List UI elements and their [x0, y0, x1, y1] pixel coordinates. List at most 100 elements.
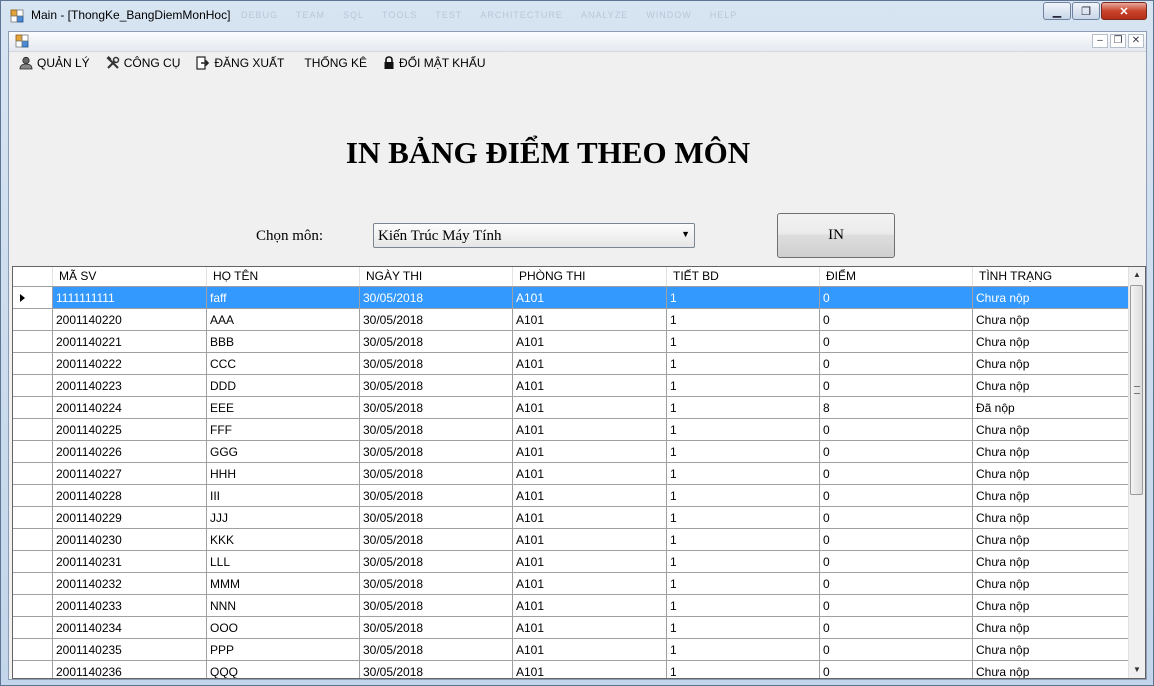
table-cell[interactable]: 0: [820, 485, 973, 507]
table-cell[interactable]: QQQ: [207, 661, 360, 678]
table-cell[interactable]: EEE: [207, 397, 360, 419]
column-header[interactable]: MÃ SV: [53, 267, 207, 286]
table-cell[interactable]: 1: [667, 441, 820, 463]
table-cell[interactable]: Chưa nộp: [973, 331, 1129, 353]
table-cell[interactable]: 2001140232: [53, 573, 207, 595]
table-cell[interactable]: 1: [667, 573, 820, 595]
row-header[interactable]: [13, 419, 53, 441]
table-cell[interactable]: 30/05/2018: [360, 485, 513, 507]
table-cell[interactable]: A101: [513, 507, 667, 529]
table-cell[interactable]: DDD: [207, 375, 360, 397]
table-cell[interactable]: 2001140222: [53, 353, 207, 375]
column-header[interactable]: ĐIỂM: [820, 267, 973, 286]
row-header[interactable]: [13, 573, 53, 595]
table-cell[interactable]: 1: [667, 595, 820, 617]
table-cell[interactable]: 0: [820, 375, 973, 397]
table-cell[interactable]: 0: [820, 573, 973, 595]
table-row[interactable]: 2001140232 MMM 30/05/2018 A101 1 0 Chưa nộp: [13, 573, 1129, 595]
table-row[interactable]: 1111111111 faff 30/05/2018 A101 1 0 Chưa nộp: [13, 287, 1129, 309]
table-cell[interactable]: Chưa nộp: [973, 419, 1129, 441]
table-cell[interactable]: A101: [513, 419, 667, 441]
table-cell[interactable]: 0: [820, 309, 973, 331]
table-cell[interactable]: 0: [820, 595, 973, 617]
maximize-button[interactable]: ❐: [1072, 2, 1100, 20]
table-cell[interactable]: A101: [513, 639, 667, 661]
table-cell[interactable]: faff: [207, 287, 360, 309]
table-cell[interactable]: 30/05/2018: [360, 507, 513, 529]
table-cell[interactable]: Chưa nộp: [973, 485, 1129, 507]
table-row[interactable]: 2001140235 PPP 30/05/2018 A101 1 0 Chưa nộp: [13, 639, 1129, 661]
scroll-up-icon[interactable]: ▲: [1129, 267, 1145, 283]
table-cell[interactable]: Chưa nộp: [973, 353, 1129, 375]
table-cell[interactable]: A101: [513, 353, 667, 375]
row-header[interactable]: [13, 617, 53, 639]
table-cell[interactable]: 1: [667, 639, 820, 661]
table-cell[interactable]: A101: [513, 551, 667, 573]
table-row[interactable]: 2001140226 GGG 30/05/2018 A101 1 0 Chưa nộp: [13, 441, 1129, 463]
table-cell[interactable]: Chưa nộp: [973, 529, 1129, 551]
table-cell[interactable]: 30/05/2018: [360, 441, 513, 463]
print-button[interactable]: IN: [777, 213, 895, 258]
table-cell[interactable]: GGG: [207, 441, 360, 463]
table-row[interactable]: 2001140227 HHH 30/05/2018 A101 1 0 Chưa nộp: [13, 463, 1129, 485]
column-header[interactable]: HỌ TÊN: [207, 267, 360, 286]
table-row[interactable]: 2001140229 JJJ 30/05/2018 A101 1 0 Chưa nộp: [13, 507, 1129, 529]
table-row[interactable]: 2001140233 NNN 30/05/2018 A101 1 0 Chưa nộp: [13, 595, 1129, 617]
row-header[interactable]: [13, 353, 53, 375]
table-cell[interactable]: 2001140220: [53, 309, 207, 331]
table-row[interactable]: 2001140234 OOO 30/05/2018 A101 1 0 Chưa nộp: [13, 617, 1129, 639]
table-cell[interactable]: 0: [820, 639, 973, 661]
scroll-thumb[interactable]: [1130, 285, 1143, 495]
grades-grid[interactable]: MÃ SV HỌ TÊN NGÀY THI PHÒNG THI TIẾT BD ĐIỂM T…: [12, 266, 1146, 679]
table-cell[interactable]: BBB: [207, 331, 360, 353]
menu-dang-xuat[interactable]: ĐĂNG XUẤT: [196, 56, 284, 70]
table-cell[interactable]: 1: [667, 661, 820, 678]
table-row[interactable]: 2001140223 DDD 30/05/2018 A101 1 0 Chưa nộp: [13, 375, 1129, 397]
table-cell[interactable]: 2001140235: [53, 639, 207, 661]
table-cell[interactable]: 1: [667, 375, 820, 397]
table-row[interactable]: 2001140222 CCC 30/05/2018 A101 1 0 Chưa nộp: [13, 353, 1129, 375]
table-cell[interactable]: 30/05/2018: [360, 551, 513, 573]
table-cell[interactable]: 1: [667, 287, 820, 309]
table-cell[interactable]: 30/05/2018: [360, 661, 513, 678]
table-cell[interactable]: 0: [820, 353, 973, 375]
table-cell[interactable]: 30/05/2018: [360, 309, 513, 331]
menu-doi-mat-khau[interactable]: ĐỔI MẬT KHẨU: [383, 56, 486, 70]
table-cell[interactable]: 30/05/2018: [360, 463, 513, 485]
row-header[interactable]: [13, 463, 53, 485]
row-header[interactable]: [13, 551, 53, 573]
table-cell[interactable]: 0: [820, 463, 973, 485]
table-cell[interactable]: 2001140221: [53, 331, 207, 353]
row-header[interactable]: [13, 529, 53, 551]
table-cell[interactable]: 0: [820, 287, 973, 309]
table-cell[interactable]: Chưa nộp: [973, 617, 1129, 639]
table-cell[interactable]: 1: [667, 551, 820, 573]
table-cell[interactable]: 1: [667, 397, 820, 419]
table-cell[interactable]: 0: [820, 441, 973, 463]
row-header[interactable]: [13, 485, 53, 507]
column-header[interactable]: NGÀY THI: [360, 267, 513, 286]
table-cell[interactable]: 1: [667, 529, 820, 551]
scroll-down-icon[interactable]: ▼: [1129, 662, 1145, 678]
child-minimize-button[interactable]: –: [1092, 34, 1108, 48]
table-cell[interactable]: MMM: [207, 573, 360, 595]
row-header[interactable]: [13, 331, 53, 353]
table-cell[interactable]: 30/05/2018: [360, 287, 513, 309]
column-header[interactable]: PHÒNG THI: [513, 267, 667, 286]
table-cell[interactable]: FFF: [207, 419, 360, 441]
table-cell[interactable]: Chưa nộp: [973, 661, 1129, 678]
table-cell[interactable]: 1: [667, 419, 820, 441]
table-cell[interactable]: 8: [820, 397, 973, 419]
child-window-icon[interactable]: [15, 34, 29, 48]
table-cell[interactable]: A101: [513, 485, 667, 507]
table-cell[interactable]: 2001140229: [53, 507, 207, 529]
table-row[interactable]: 2001140221 BBB 30/05/2018 A101 1 0 Chưa nộp: [13, 331, 1129, 353]
column-header[interactable]: TÌNH TRẠNG: [973, 267, 1129, 286]
table-cell[interactable]: 1: [667, 507, 820, 529]
table-cell[interactable]: 0: [820, 529, 973, 551]
table-cell[interactable]: Đã nộp: [973, 397, 1129, 419]
table-cell[interactable]: 2001140230: [53, 529, 207, 551]
row-header[interactable]: [13, 441, 53, 463]
table-cell[interactable]: 30/05/2018: [360, 639, 513, 661]
table-cell[interactable]: Chưa nộp: [973, 595, 1129, 617]
